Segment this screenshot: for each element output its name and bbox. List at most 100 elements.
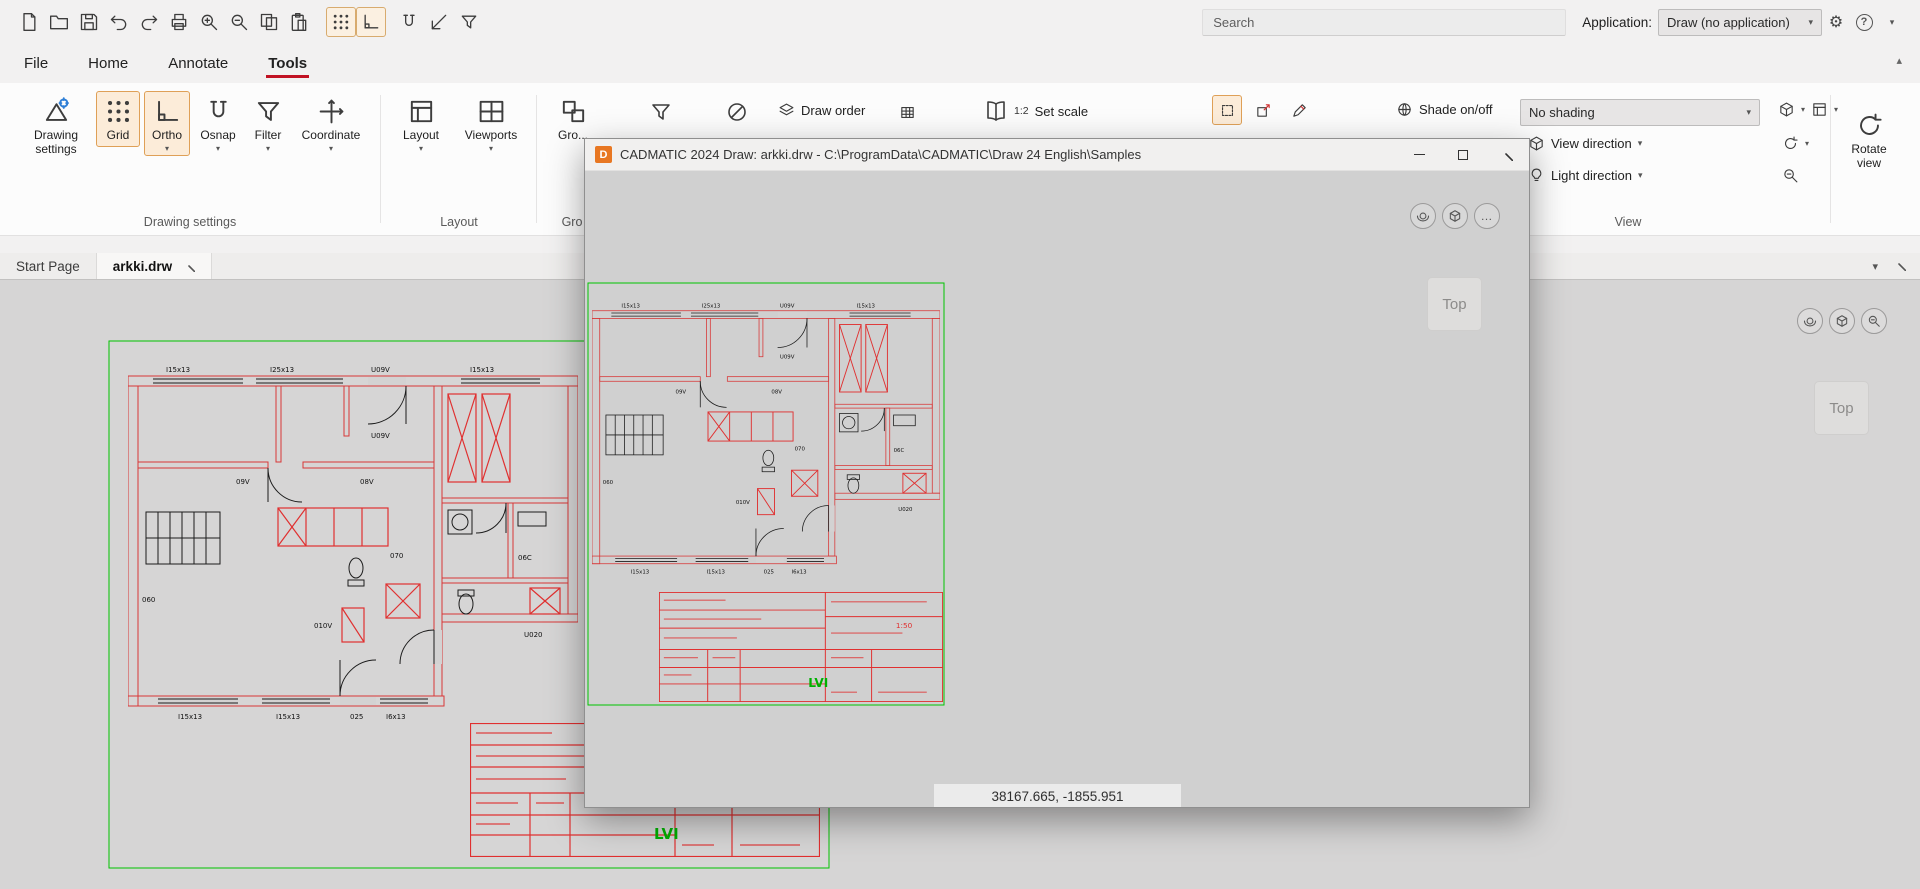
application-dropdown[interactable]: Draw (no application) ▾: [1658, 9, 1822, 36]
settings-gear-button[interactable]: ⚙: [1822, 8, 1850, 36]
osnap-button[interactable]: Osnap ▾: [194, 91, 242, 156]
close-button[interactable]: [1485, 139, 1529, 170]
chevron-down-icon: ▾: [1638, 138, 1643, 149]
view-cube-tool-button[interactable]: [1829, 308, 1855, 334]
help-button[interactable]: ?: [1850, 8, 1878, 36]
filter-tool-button[interactable]: [646, 97, 676, 127]
rotate-view-button[interactable]: Rotate view: [1840, 105, 1898, 175]
filter-funnel-icon: [254, 97, 283, 126]
search-input[interactable]: [1202, 9, 1566, 36]
clip-box-button[interactable]: [1212, 95, 1242, 125]
rotate-icon: [1782, 135, 1799, 152]
slope-button[interactable]: [424, 7, 454, 37]
zoom-in-button[interactable]: [194, 7, 224, 37]
minimize-button[interactable]: [1397, 139, 1441, 170]
tab-tools[interactable]: Tools: [266, 46, 309, 81]
table-grid-button[interactable]: [892, 97, 922, 127]
orbit-tool-button[interactable]: [1410, 203, 1436, 229]
open-file-button[interactable]: [44, 7, 74, 37]
clip-box-icon: [1219, 102, 1236, 119]
ribbon-divider: [536, 95, 537, 223]
filter-toggle-button[interactable]: [454, 7, 484, 37]
chevron-down-icon: ▾: [266, 146, 270, 152]
draw-order-button[interactable]: Draw order: [778, 102, 865, 119]
titlebar-more-button[interactable]: ▾: [1878, 8, 1906, 36]
box-select-button[interactable]: [1248, 95, 1278, 125]
minimize-icon: [1414, 154, 1425, 155]
filter-button[interactable]: Filter ▾: [246, 91, 290, 156]
redo-button[interactable]: [134, 7, 164, 37]
zoom-out-button[interactable]: [224, 7, 254, 37]
rotate-view-icon: [1855, 111, 1884, 140]
paste-button[interactable]: [284, 7, 314, 37]
coordinate-button[interactable]: Coordinate ▾: [294, 91, 368, 156]
osnap-toggle-button[interactable]: [394, 7, 424, 37]
ellipsis-icon: …: [1481, 213, 1494, 219]
grid-icon: [104, 97, 133, 126]
tab-file[interactable]: File: [22, 46, 50, 81]
grid-toggle-button[interactable]: [326, 7, 356, 37]
projection-icon[interactable]: [1811, 101, 1828, 118]
more-tools-button[interactable]: …: [1474, 203, 1500, 229]
drawing-sheet: [587, 282, 945, 706]
magnifier-icon: [1782, 167, 1799, 184]
view-orientation-badge[interactable]: Top: [1814, 381, 1869, 435]
orbit-tool-button[interactable]: [1797, 308, 1823, 334]
osnap-magnet-icon: [204, 97, 233, 126]
window-drawing-canvas[interactable]: … Top 38167.665, -1855.951: [585, 171, 1529, 807]
ortho-button[interactable]: Ortho ▾: [144, 91, 190, 156]
sketch-button[interactable]: [1284, 95, 1314, 125]
tab-home[interactable]: Home: [86, 46, 130, 81]
rotate-options-button[interactable]: ▾: [1782, 135, 1809, 152]
light-direction-button[interactable]: Light direction ▾: [1528, 167, 1642, 184]
close-tab-icon[interactable]: [184, 261, 195, 272]
collapse-ribbon-icon[interactable]: ▴: [1896, 54, 1902, 67]
chevron-down-icon[interactable]: ▾: [1834, 107, 1838, 113]
chevron-down-icon: ▾: [1805, 141, 1809, 147]
viewports-button[interactable]: Viewports ▾: [456, 91, 526, 156]
shading-select[interactable]: No shading ▾: [1520, 99, 1760, 126]
chevron-down-icon: ▾: [1638, 170, 1643, 181]
application-label: Application:: [1582, 15, 1652, 30]
table-grid-icon: [899, 104, 916, 121]
new-file-button[interactable]: [14, 7, 44, 37]
ribbon-divider: [1830, 95, 1831, 223]
chevron-down-icon: ▾: [216, 146, 220, 152]
undo-button[interactable]: [104, 7, 134, 37]
shading-select-value: No shading: [1529, 105, 1595, 120]
doc-tab-start-page[interactable]: Start Page: [0, 253, 97, 279]
view-direction-button[interactable]: View direction ▾: [1528, 135, 1642, 152]
chevron-down-icon: ▾: [1808, 17, 1813, 28]
set-scale-button[interactable]: 1:2 Set scale: [984, 99, 1088, 123]
view-orientation-badge[interactable]: Top: [1427, 277, 1482, 331]
grid-button[interactable]: Grid: [96, 91, 140, 147]
help-icon: ?: [1856, 14, 1873, 31]
window-title-bar[interactable]: D CADMATIC 2024 Draw: arkki.drw - C:\Pro…: [585, 139, 1529, 171]
close-document-icon[interactable]: [1894, 259, 1906, 274]
maximize-button[interactable]: [1441, 139, 1485, 170]
ribbon-divider: [380, 95, 381, 223]
drawing-settings-icon: [42, 97, 71, 126]
draw-order-icon: [778, 102, 795, 119]
layout-icon: [407, 97, 436, 126]
copy-button[interactable]: [254, 7, 284, 37]
doc-tab-arkki[interactable]: arkki.drw: [97, 253, 212, 279]
tab-annotate[interactable]: Annotate: [166, 46, 230, 81]
gear-icon: ⚙: [1829, 12, 1843, 32]
drawing-settings-button[interactable]: Drawing settings: [22, 91, 90, 161]
view-cube-icon[interactable]: [1778, 101, 1795, 118]
print-button[interactable]: [164, 7, 194, 37]
zoom-tool-circle-button[interactable]: [1861, 308, 1887, 334]
circle-tool-button[interactable]: [722, 97, 752, 127]
circle-slash-icon: [725, 100, 749, 124]
layout-button[interactable]: Layout ▾: [392, 91, 450, 156]
save-button[interactable]: [74, 7, 104, 37]
group-label-drawing-settings: Drawing settings: [10, 215, 370, 229]
view-cube-tool-button[interactable]: [1442, 203, 1468, 229]
chevron-down-icon[interactable]: ▾: [1801, 107, 1805, 113]
tab-list-chevron-icon[interactable]: ▾: [1872, 260, 1878, 273]
group-label-layout: Layout: [392, 215, 526, 229]
zoom-tool-button[interactable]: [1782, 167, 1799, 184]
ortho-toggle-button[interactable]: [356, 7, 386, 37]
shade-toggle-button[interactable]: Shade on/off: [1396, 101, 1493, 118]
